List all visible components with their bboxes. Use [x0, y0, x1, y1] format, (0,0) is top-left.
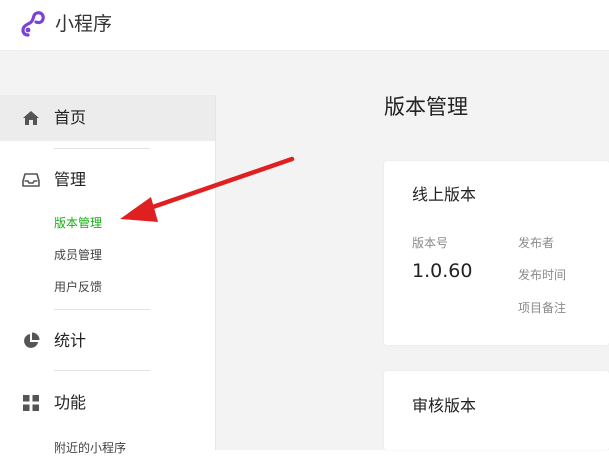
version-number: 1.0.60 — [412, 260, 473, 282]
version-number-label: 版本号 — [412, 236, 449, 250]
brand-title: 小程序 — [55, 13, 113, 35]
project-remark-label: 项目备注 — [518, 301, 567, 315]
sidebar-item-home-label: 首页 — [54, 108, 87, 127]
online-version-title: 线上版本 — [412, 185, 477, 204]
inbox-icon — [22, 173, 40, 187]
review-version-card: 审核版本 — [384, 371, 609, 450]
sidebar-item-features-label: 功能 — [54, 393, 87, 412]
divider — [54, 309, 150, 310]
home-icon — [23, 111, 39, 125]
publish-time-label: 发布时间 — [518, 268, 567, 282]
grid-icon — [23, 395, 39, 411]
sidebar-subitem-version-manage[interactable]: 版本管理 — [54, 215, 102, 231]
page-title: 版本管理 — [384, 95, 468, 119]
top-bar: 小程序 — [0, 0, 609, 51]
sidebar-subitem-nearby-miniprogram[interactable]: 附近的小程序 — [54, 440, 126, 456]
review-version-title: 审核版本 — [412, 396, 477, 415]
divider — [54, 148, 150, 149]
sidebar-item-home[interactable]: 首页 — [0, 95, 215, 141]
sidebar: 首页 管理 版本管理 成员管理 用户反馈 统计 功能 附近的小程序 — [0, 95, 216, 455]
sidebar-item-stats-label: 统计 — [54, 331, 87, 350]
mini-program-logo-icon[interactable] — [20, 11, 46, 37]
publisher-label: 发布者 — [518, 236, 555, 250]
online-version-card: 线上版本 版本号 1.0.60 发布者 发布时间 项目备注 — [384, 161, 609, 345]
pie-chart-icon — [24, 332, 40, 348]
sidebar-subitem-member-manage[interactable]: 成员管理 — [54, 247, 102, 263]
divider — [54, 370, 150, 371]
sidebar-item-manage-label: 管理 — [54, 170, 87, 189]
sidebar-subitem-user-feedback[interactable]: 用户反馈 — [54, 279, 102, 295]
